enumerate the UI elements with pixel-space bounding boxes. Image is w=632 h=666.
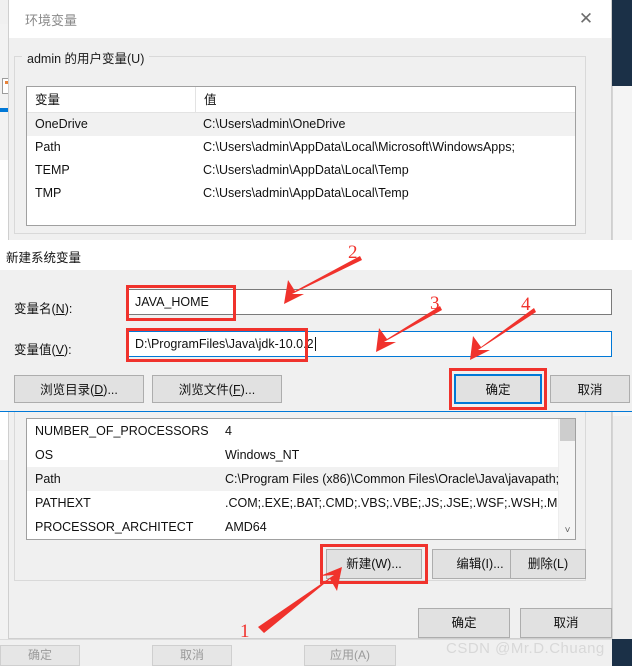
- delete-variable-button[interactable]: 删除(L): [510, 549, 586, 579]
- sys-row-value: 4: [225, 424, 232, 438]
- user-table-header-value[interactable]: 值: [195, 87, 559, 113]
- chevron-down-icon[interactable]: ˅: [559, 522, 575, 539]
- user-row-name: TMP: [35, 186, 62, 200]
- sys-row-value: C:\Program Files (x86)\Common Files\Orac…: [225, 472, 562, 486]
- window-titlebar: 环境变量 ✕: [9, 0, 611, 38]
- table-row[interactable]: PROCESSOR_ARCHITECT AMD64: [27, 515, 575, 539]
- system-variables-table[interactable]: NUMBER_OF_PROCESSORS 4 OS Windows_NT Pat…: [26, 418, 576, 540]
- sys-row-name: PATHEXT: [35, 496, 91, 510]
- background-cancel-button[interactable]: 取消: [152, 645, 232, 666]
- table-row[interactable]: Path C:\Program Files (x86)\Common Files…: [27, 467, 575, 491]
- sys-row-name: NUMBER_OF_PROCESSORS: [35, 424, 209, 438]
- user-table-header-variable[interactable]: 变量: [27, 87, 195, 113]
- table-row[interactable]: OneDrive C:\Users\admin\OneDrive: [27, 113, 575, 136]
- new-dialog-cancel-button[interactable]: 取消: [550, 375, 630, 403]
- watermark: CSDN @Mr.D.Chuang: [446, 640, 605, 657]
- scrollbar-thumb[interactable]: [560, 419, 575, 441]
- user-row-value: C:\Users\admin\AppData\Local\Temp: [203, 186, 409, 200]
- background-apply-button[interactable]: 应用(A): [304, 645, 396, 666]
- table-row[interactable]: TMP C:\Users\admin\AppData\Local\Temp: [27, 182, 575, 205]
- user-row-value: C:\Users\admin\AppData\Local\Microsoft\W…: [203, 140, 515, 154]
- sys-row-value: AMD64: [225, 520, 267, 534]
- close-icon[interactable]: ✕: [569, 6, 603, 32]
- new-dialog-titlebar: 新建系统变量: [0, 240, 632, 270]
- ok-button[interactable]: 确定: [418, 608, 510, 638]
- user-row-name: OneDrive: [35, 117, 88, 131]
- background-ok-button[interactable]: 确定: [0, 645, 80, 666]
- cancel-button[interactable]: 取消: [520, 608, 612, 638]
- user-row-value: C:\Users\admin\OneDrive: [203, 117, 346, 131]
- table-row[interactable]: NUMBER_OF_PROCESSORS 4: [27, 419, 575, 443]
- variable-name-input[interactable]: JAVA_HOME: [128, 289, 612, 315]
- user-variables-table[interactable]: 变量 值 OneDrive C:\Users\admin\OneDrive Pa…: [26, 86, 576, 226]
- variable-name-input-text: JAVA_HOME: [135, 295, 209, 309]
- window-title: 环境变量: [25, 13, 78, 28]
- table-row[interactable]: Path C:\Users\admin\AppData\Local\Micros…: [27, 136, 575, 159]
- new-variable-button[interactable]: 新建(W)...: [326, 549, 422, 579]
- annotation-number-2: 2: [348, 242, 358, 263]
- browse-file-button[interactable]: 浏览文件(F)...: [152, 375, 282, 403]
- text-cursor: [314, 337, 316, 351]
- user-row-value: C:\Users\admin\AppData\Local\Temp: [203, 163, 409, 177]
- variable-value-input[interactable]: D:\ProgramFiles\Java\jdk-10.0.2: [128, 331, 612, 357]
- sys-row-value: Windows_NT: [225, 448, 300, 462]
- new-dialog-title: 新建系统变量: [6, 251, 82, 265]
- new-dialog-ok-button[interactable]: 确定: [454, 374, 542, 404]
- sys-row-value: .COM;.EXE;.BAT;.CMD;.VBS;.VBE;.JS;.JSE;.…: [225, 496, 562, 510]
- table-row[interactable]: PATHEXT .COM;.EXE;.BAT;.CMD;.VBS;.VBE;.J…: [27, 491, 575, 515]
- sys-row-name: Path: [35, 472, 61, 486]
- sys-row-name: PROCESSOR_ARCHITECT: [35, 520, 194, 534]
- user-row-name: TEMP: [35, 163, 70, 177]
- variable-value-input-text: D:\ProgramFiles\Java\jdk-10.0.2: [135, 337, 314, 351]
- browse-directory-button[interactable]: 浏览目录(D)...: [14, 375, 144, 403]
- user-row-name: Path: [35, 140, 61, 154]
- annotation-number-3: 3: [430, 293, 440, 314]
- annotation-number-1: 1: [240, 621, 250, 642]
- background-right-strip-lower: [612, 416, 632, 639]
- table-row[interactable]: OS Windows_NT: [27, 443, 575, 467]
- user-table-header: 变量 值: [27, 87, 575, 113]
- sys-row-name: OS: [35, 448, 54, 462]
- table-row[interactable]: TEMP C:\Users\admin\AppData\Local\Temp: [27, 159, 575, 182]
- user-variables-group-label: admin 的用户变量(U): [22, 48, 150, 67]
- variable-value-label: 变量值(V):: [14, 343, 72, 357]
- variable-name-label: 变量名(N):: [14, 302, 73, 316]
- annotation-number-4: 4: [521, 294, 531, 315]
- system-variables-scrollbar[interactable]: ˅: [558, 419, 575, 539]
